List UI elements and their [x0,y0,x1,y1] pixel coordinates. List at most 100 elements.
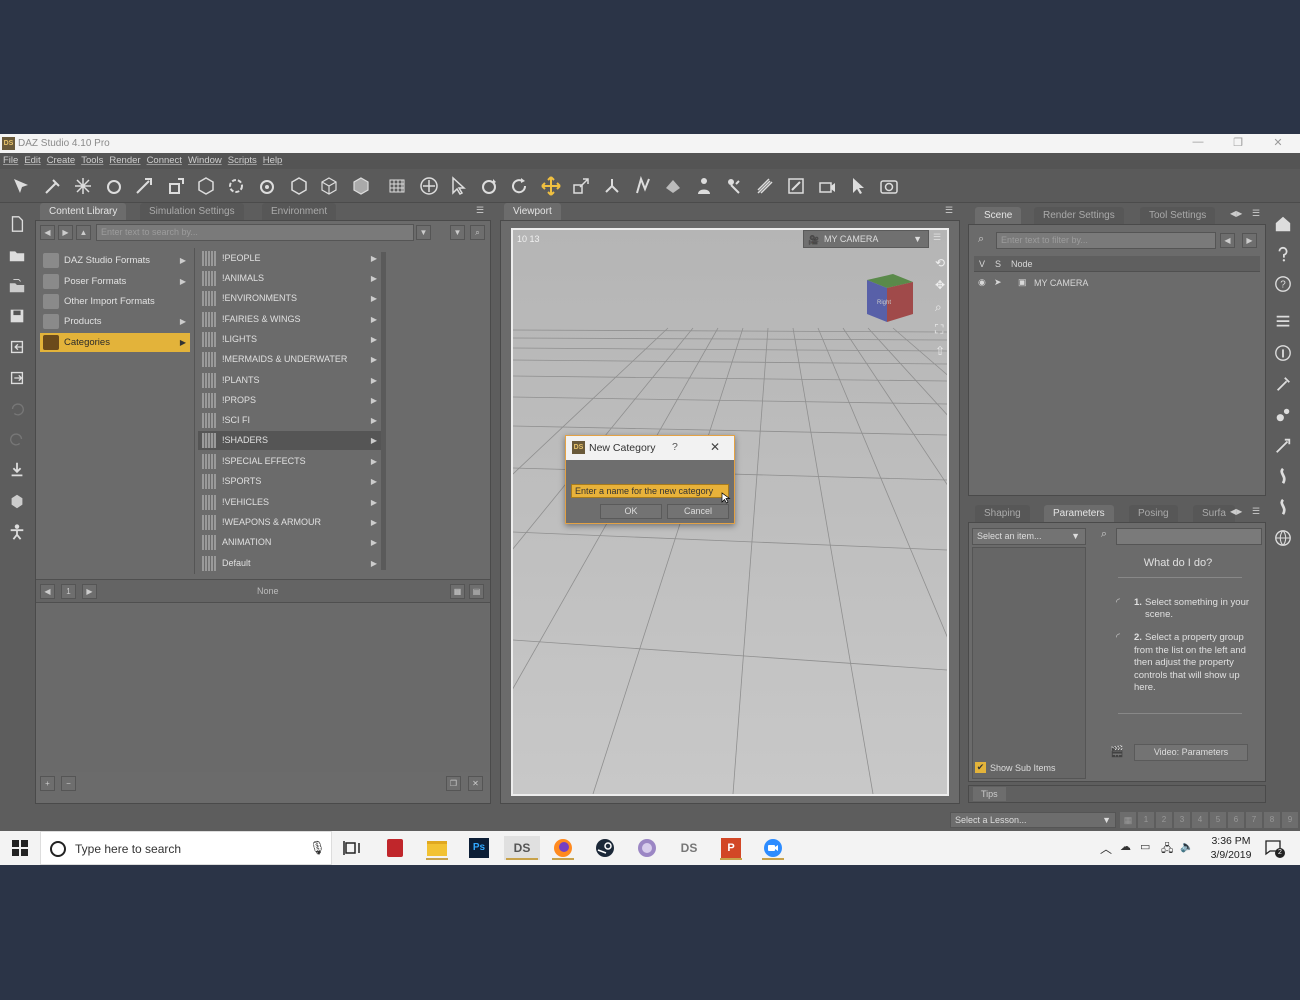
source-products[interactable]: Products ▶ [40,312,190,331]
save-icon[interactable] [6,305,28,327]
grid-tool-icon[interactable] [386,175,408,197]
tab-shaping[interactable]: Shaping [975,505,1030,522]
next-page-button[interactable]: ▶ [82,584,97,599]
drop-figure-icon[interactable] [6,459,28,481]
zoom-icon[interactable] [760,836,786,860]
help-question-icon[interactable] [1272,243,1294,265]
lesson-page-button[interactable]: 7 [1246,812,1262,828]
restore-button[interactable]: ❐ [1218,136,1258,151]
photoshop-icon[interactable]: Ps [466,836,492,860]
visibility-eye-icon[interactable]: ◉ [978,277,986,288]
source-categories[interactable]: Categories ▶ [40,333,190,352]
category-item[interactable]: !MERMAIDS & UNDERWATER ▶ [198,350,381,369]
pointer-icon[interactable] [447,175,469,197]
viewport-options-icon[interactable]: ☰ [933,232,941,243]
scene-collapse-button[interactable]: ◀ [1220,233,1235,248]
geometry-tool-icon[interactable] [288,175,310,197]
column-visible[interactable]: V [979,259,985,269]
search-options-button[interactable]: ▼ [416,225,431,240]
library-search-input[interactable]: Enter text to search by... [96,224,414,241]
merge-file-icon[interactable] [6,274,28,296]
transform-tool-icon[interactable] [133,175,155,197]
lesson-page-button[interactable]: 9 [1282,812,1298,828]
minimize-button[interactable]: — [1178,136,1218,151]
daz-home-icon[interactable] [1272,213,1294,235]
remove-button[interactable]: − [61,776,76,791]
tab-posing[interactable]: Posing [1129,505,1178,522]
select-item-dropdown[interactable]: Select an item... ▼ [972,528,1086,545]
network-icon[interactable]: 🖧 [1161,840,1173,859]
ok-button[interactable]: OK [600,504,662,519]
selectable-arrow-icon[interactable]: ➤ [994,277,1002,288]
menu-edit[interactable]: Edit [21,153,43,168]
add-button[interactable]: + [40,776,55,791]
joint-editor-icon[interactable] [601,175,623,197]
tab-render-settings[interactable]: Render Settings [1034,207,1124,224]
parameters-menu-icon[interactable]: ☰ [1252,506,1260,517]
list-view-button[interactable]: ▤ [469,584,484,599]
view-cube[interactable]: Right [863,270,913,322]
lesson-page-button[interactable]: 1 [1138,812,1154,828]
camera-setup-icon[interactable] [816,175,838,197]
power-pose-icon[interactable] [724,175,746,197]
help-circle-icon[interactable]: ? [1272,273,1294,295]
parameters-filter-input[interactable] [1116,528,1262,545]
select-tool-icon[interactable] [847,175,869,197]
action-center-icon[interactable]: 2 [1264,838,1285,858]
undo-icon[interactable] [6,398,28,420]
menu-file[interactable]: File [0,153,21,168]
category-item[interactable]: !ANIMALS ▶ [198,269,381,288]
video-parameters-button[interactable]: Video: Parameters [1134,744,1248,761]
lesson-page-button[interactable]: 3 [1174,812,1190,828]
target-tool-icon[interactable] [256,175,278,197]
category-name-input[interactable] [571,484,729,498]
shapes-panel-icon[interactable] [1272,404,1294,426]
render-camera-icon[interactable] [878,175,900,197]
zoom-control-icon[interactable]: ⌕ [935,300,947,322]
category-item[interactable]: !SPORTS ▶ [198,472,381,491]
globe-icon[interactable] [1272,527,1294,549]
tools-panel-icon[interactable] [1272,435,1294,457]
copy-button[interactable]: ❐ [446,776,461,791]
lesson-page-button[interactable]: 6 [1228,812,1244,828]
delete-button[interactable]: ✕ [468,776,483,791]
smart-content-icon[interactable] [1272,465,1294,487]
category-item[interactable]: !SPECIAL EFFECTS ▶ [198,452,381,471]
translate-arrows-icon[interactable] [540,175,562,197]
firefox-icon[interactable] [550,836,576,860]
rotate-arrow-icon[interactable] [508,175,530,197]
morph-tool-icon[interactable] [632,175,654,197]
tab-environment[interactable]: Environment [262,203,337,220]
search-icon[interactable]: ⌕ [470,225,485,240]
menu-connect[interactable]: Connect [144,153,185,168]
lesson-page-button[interactable]: 2 [1156,812,1172,828]
panel-list-icon[interactable] [1272,311,1294,333]
show-sub-items-checkbox[interactable]: ✔ [975,762,986,773]
parameters-tabs-scroll-icon[interactable]: ◀▶ [1230,507,1242,516]
drop-object-icon[interactable] [6,490,28,512]
daz-studio-taskbar-icon[interactable]: DS [504,836,540,860]
category-item[interactable]: Default ▶ [198,554,381,573]
tab-surfaces[interactable]: Surfa [1193,505,1235,522]
tab-viewport[interactable]: Viewport [504,203,561,220]
chevron-up-icon[interactable]: ︿ [1100,840,1112,857]
category-item[interactable]: !WEAPONS & ARMOUR ▶ [198,513,381,532]
scene-filter-input[interactable]: Enter text to filter by... [996,232,1216,249]
new-file-icon[interactable] [6,213,28,235]
rotate-tool-icon[interactable] [103,175,125,197]
scale-arrows-icon[interactable] [570,175,592,197]
tab-tool-settings[interactable]: Tool Settings [1140,207,1216,224]
scene-node-row[interactable]: ◉ ➤ ▣ MY CAMERA [974,275,1260,291]
pin-tool-icon[interactable] [72,175,94,197]
import-icon[interactable] [6,336,28,358]
category-item[interactable]: !PEOPLE ▶ [198,249,381,268]
scene-menu-icon[interactable]: ☰ [1252,208,1260,219]
steam-icon[interactable] [592,836,618,860]
scene-tabs-scroll-icon[interactable]: ◀▶ [1230,209,1242,218]
category-item[interactable]: !PLANTS ▶ [198,371,381,390]
geometry-editor-icon[interactable] [318,175,340,197]
icon-view-button[interactable]: ▦ [450,584,465,599]
region-cube-icon[interactable] [350,175,372,197]
menu-create[interactable]: Create [44,153,79,168]
column-node[interactable]: Node [1011,259,1033,269]
